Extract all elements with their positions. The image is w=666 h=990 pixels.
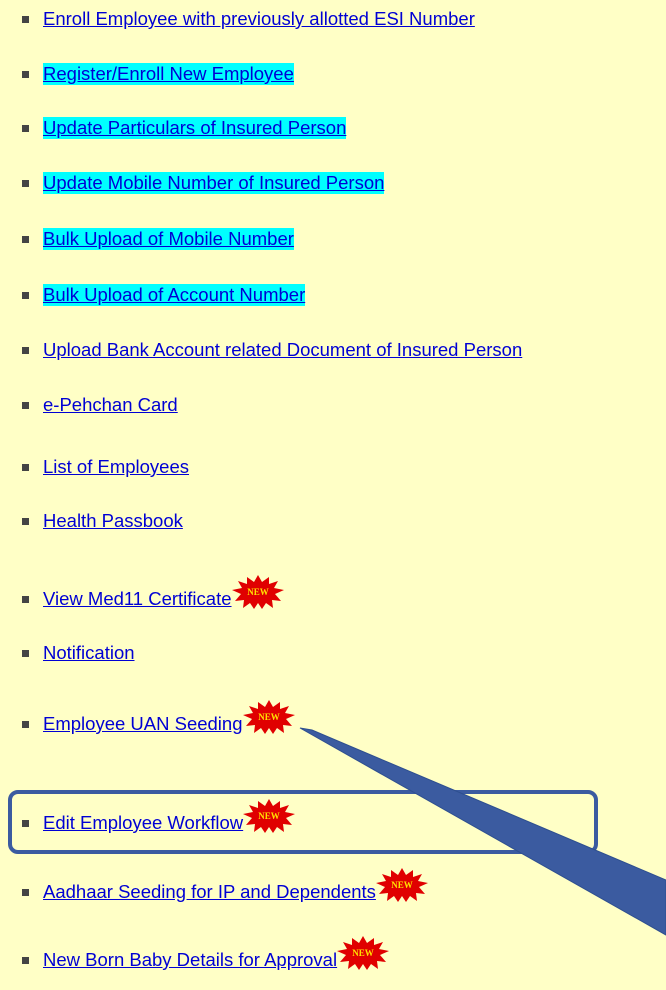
list-item: Upload Bank Account related Document of … xyxy=(22,337,522,363)
bullet-icon xyxy=(22,956,29,964)
menu-link-update-particulars[interactable]: Update Particulars of Insured Person xyxy=(43,117,347,139)
list-item: Employee UAN Seeding NEW xyxy=(22,700,295,737)
bullet-icon xyxy=(22,346,29,354)
list-item: Aadhaar Seeding for IP and Dependents NE… xyxy=(22,868,428,905)
menu-link-new-born-baby-details[interactable]: New Born Baby Details for Approval xyxy=(43,949,337,971)
bullet-icon xyxy=(22,291,29,299)
menu-link-view-med11-certificate[interactable]: View Med11 Certificate xyxy=(43,588,232,610)
new-badge-icon: NEW xyxy=(231,575,284,609)
list-item: Enroll Employee with previously allotted… xyxy=(22,6,475,32)
new-badge-icon: NEW xyxy=(337,936,390,970)
bullet-icon xyxy=(22,401,29,409)
bullet-icon xyxy=(22,720,29,728)
menu-link-aadhaar-seeding[interactable]: Aadhaar Seeding for IP and Dependents xyxy=(43,881,376,903)
menu-link-health-passbook[interactable]: Health Passbook xyxy=(43,510,183,532)
bullet-icon xyxy=(22,15,29,23)
bullet-icon xyxy=(22,124,29,132)
bullet-icon xyxy=(22,888,29,896)
menu-link-bulk-upload-account[interactable]: Bulk Upload of Account Number xyxy=(43,284,306,306)
svg-text:NEW: NEW xyxy=(391,880,413,890)
menu-link-enroll-existing-esi[interactable]: Enroll Employee with previously allotted… xyxy=(43,8,475,30)
list-item: Bulk Upload of Account Number xyxy=(22,282,306,308)
list-item: Update Particulars of Insured Person xyxy=(22,115,347,141)
new-badge-icon: NEW xyxy=(375,868,428,902)
list-item: Register/Enroll New Employee xyxy=(22,61,294,87)
bullet-icon xyxy=(22,649,29,657)
menu-link-employee-uan-seeding[interactable]: Employee UAN Seeding xyxy=(43,713,243,735)
menu-link-upload-bank-document[interactable]: Upload Bank Account related Document of … xyxy=(43,339,522,361)
bullet-icon xyxy=(22,595,29,603)
list-item: New Born Baby Details for Approval NEW xyxy=(22,936,390,973)
menu-link-bulk-upload-mobile[interactable]: Bulk Upload of Mobile Number xyxy=(43,228,294,250)
bullet-icon xyxy=(22,70,29,78)
list-item: Health Passbook xyxy=(22,508,183,534)
svg-text:NEW: NEW xyxy=(247,587,269,597)
new-badge-icon: NEW xyxy=(242,700,295,734)
bullet-icon xyxy=(22,517,29,525)
list-item: e-Pehchan Card xyxy=(22,392,178,418)
list-item: Update Mobile Number of Insured Person xyxy=(22,170,385,196)
list-item: View Med11 Certificate NEW xyxy=(22,575,284,612)
bullet-icon xyxy=(22,463,29,471)
list-item: List of Employees xyxy=(22,454,189,480)
menu-link-e-pehchan-card[interactable]: e-Pehchan Card xyxy=(43,394,178,416)
list-item: Bulk Upload of Mobile Number xyxy=(22,226,294,252)
bullet-icon xyxy=(22,179,29,187)
menu-link-register-new-employee[interactable]: Register/Enroll New Employee xyxy=(43,63,294,85)
menu-link-list-of-employees[interactable]: List of Employees xyxy=(43,456,189,478)
menu-link-update-mobile[interactable]: Update Mobile Number of Insured Person xyxy=(43,172,385,194)
menu-link-notification[interactable]: Notification xyxy=(43,642,135,664)
bullet-icon xyxy=(22,235,29,243)
list-item: Notification xyxy=(22,640,135,666)
svg-text:NEW: NEW xyxy=(352,948,374,958)
svg-text:NEW: NEW xyxy=(258,712,280,722)
annotation-highlight-box xyxy=(8,790,598,854)
